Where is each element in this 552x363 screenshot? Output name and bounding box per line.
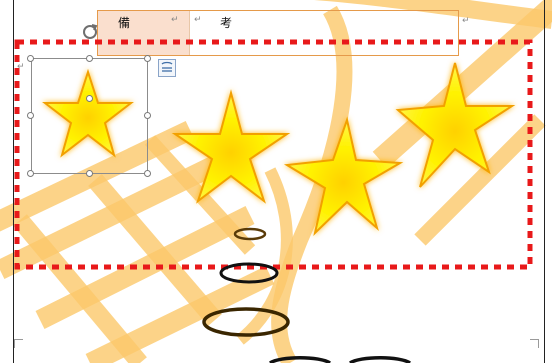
document-page: 備 考 ↵ ↵ ↵ ↵: [0, 0, 552, 363]
ellipse-shape[interactable]: [233, 227, 267, 241]
ellipse-shape[interactable]: [202, 307, 290, 337]
ellipse-shape-partial: [268, 356, 332, 363]
resize-handle-top[interactable]: [86, 55, 93, 62]
star-shape[interactable]: [395, 62, 516, 188]
layout-options-button[interactable]: [158, 59, 176, 77]
layout-options-icon: [161, 61, 173, 72]
star-shape[interactable]: [283, 116, 404, 237]
star-shape[interactable]: [171, 89, 291, 204]
drawing-canvas: [14, 39, 533, 363]
selection-box: [31, 58, 148, 174]
paragraph-mark-icon: ↵: [17, 62, 25, 72]
resize-handle-bottom-left[interactable]: [27, 170, 34, 177]
resize-handle-right[interactable]: [144, 112, 151, 119]
resize-handle-bottom-right[interactable]: [144, 170, 151, 177]
resize-handle-bottom[interactable]: [86, 170, 93, 177]
adjust-handle[interactable]: [86, 95, 93, 102]
resize-handle-top-left[interactable]: [27, 55, 34, 62]
ellipse-shape-partial: [348, 356, 412, 363]
resize-handle-left[interactable]: [27, 112, 34, 119]
resize-handle-top-right[interactable]: [144, 55, 151, 62]
ellipse-group: [202, 227, 412, 363]
